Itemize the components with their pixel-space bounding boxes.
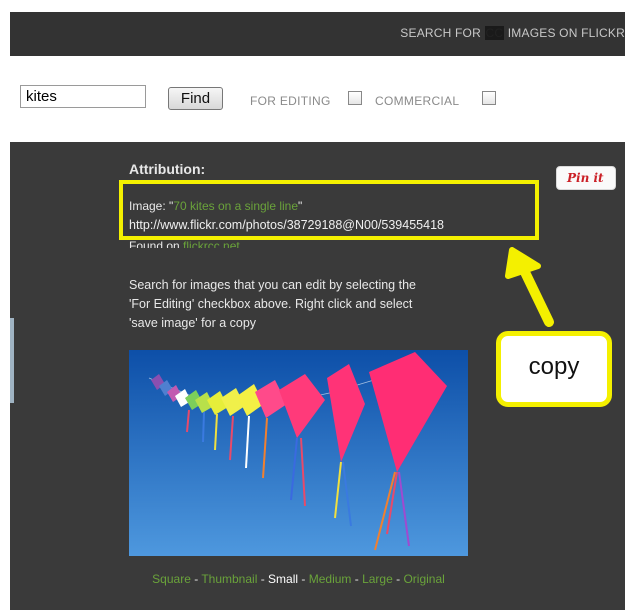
search-suffix: IMAGES ON FLICKR <box>504 26 625 40</box>
previous-result-thumbnail[interactable] <box>10 318 14 403</box>
kites-photo[interactable] <box>129 350 468 556</box>
search-input[interactable] <box>20 85 146 108</box>
kites-photo-graphic <box>129 350 468 556</box>
found-prefix: Found on <box>129 239 184 248</box>
pin-it-label: Pin it <box>567 171 604 185</box>
for-editing-checkbox[interactable] <box>348 91 362 105</box>
copy-callout-label: copy <box>528 353 580 380</box>
size-original-link[interactable]: Original <box>403 572 444 586</box>
size-separator: - <box>257 572 269 586</box>
commercial-label: COMMERCIAL <box>375 94 460 108</box>
search-prefix: SEARCH FOR <box>400 26 485 40</box>
size-large-link[interactable]: Large <box>362 572 393 586</box>
found-on-line: Found on flickrcc.net <box>129 239 240 248</box>
size-separator: - <box>190 572 202 586</box>
size-small-current: Small <box>268 572 299 586</box>
copy-callout: copy <box>496 331 612 407</box>
size-separator: - <box>392 572 404 586</box>
help-line-3: 'save image' for a copy <box>129 316 257 330</box>
size-square-link[interactable]: Square <box>152 572 191 586</box>
size-thumbnail-link[interactable]: Thumbnail <box>201 572 257 586</box>
pinterest-pin-it-button[interactable]: Pin it <box>556 166 616 190</box>
help-text: Search for images that you can edit by s… <box>129 276 509 333</box>
size-medium-link[interactable]: Medium <box>309 572 352 586</box>
size-options: Square - Thumbnail - Small - Medium - La… <box>129 572 468 586</box>
help-line-2: 'For Editing' checkbox above. Right clic… <box>129 297 413 311</box>
attribution-heading: Attribution: <box>129 161 206 177</box>
attribution-highlight-box <box>119 180 539 240</box>
cc-text: CC <box>484 26 505 40</box>
search-row: Find FOR EDITING COMMERCIAL <box>0 56 625 142</box>
top-bar: SEARCH FOR CC IMAGES ON FLICKR <box>10 12 625 56</box>
commercial-checkbox[interactable] <box>482 91 496 105</box>
size-separator: - <box>351 572 363 586</box>
size-separator: - <box>298 572 309 586</box>
search-cc-label: SEARCH FOR CC IMAGES ON FLICKR <box>400 26 625 40</box>
find-button[interactable]: Find <box>168 87 223 110</box>
found-site-link[interactable]: flickrcc.net <box>183 239 240 248</box>
for-editing-label: FOR EDITING <box>250 94 331 108</box>
help-line-1: Search for images that you can edit by s… <box>129 278 416 292</box>
